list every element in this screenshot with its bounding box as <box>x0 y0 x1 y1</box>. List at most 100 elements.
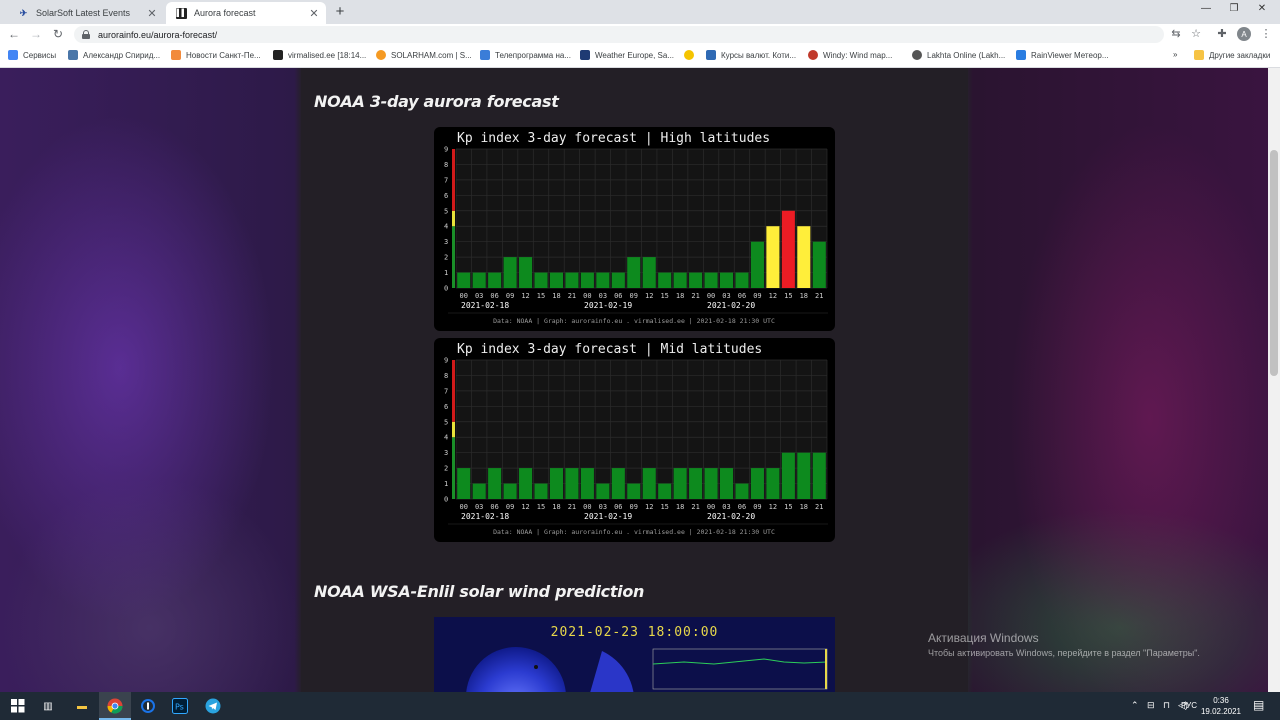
address-bar[interactable]: aurorainfo.eu/aurora-forecast/ <box>74 26 1164 43</box>
other-bookmarks-folder[interactable]: Другие закладки <box>1194 50 1270 60</box>
bookmark-item[interactable]: Weather Europe, Sa... <box>580 50 674 60</box>
x-tick-label: 03 <box>722 503 730 511</box>
menu-kebab-icon[interactable]: ⋮ <box>1258 27 1274 40</box>
kp-bar <box>580 468 594 499</box>
windows-start-icon[interactable] <box>8 696 28 716</box>
bookmark-item[interactable]: Телепрограмма на... <box>480 50 571 60</box>
back-arrow-icon[interactable]: ← <box>6 27 22 41</box>
x-tick-label: 18 <box>800 292 808 300</box>
bookmark-item[interactable] <box>684 50 699 60</box>
bookmark-item[interactable]: Александр Спирид... <box>68 50 160 60</box>
y-tick-label: 8 <box>444 372 448 380</box>
taskbar-clock[interactable]: 0:36 19.02.2021 <box>1198 695 1244 717</box>
bookmark-item[interactable]: Windy: Wind map... <box>808 50 892 60</box>
news-icon <box>171 50 181 60</box>
bookmark-item[interactable]: Сервисы <box>8 50 56 60</box>
kp-bar <box>611 272 625 288</box>
scrollbar-thumb[interactable] <box>1270 150 1278 376</box>
kp-bar <box>565 468 579 499</box>
y-tick-label: 6 <box>444 403 448 411</box>
photoshop-taskbar-icon[interactable]: Ps <box>170 696 190 716</box>
tray-chevron-up-icon[interactable]: ⌃ <box>1131 700 1139 711</box>
page-scrollbar[interactable] <box>1268 68 1280 692</box>
aurora-forecast-heading: NOAA 3-day aurora forecast <box>314 92 559 111</box>
bookmark-label: virmalised.ee [18:14... <box>288 50 367 60</box>
tab-aurora-forecast[interactable]: ▌▌ Aurora forecast ✕ <box>166 2 326 24</box>
x-tick-label: 03 <box>599 503 607 511</box>
x-tick-label: 06 <box>738 503 746 511</box>
profile-avatar[interactable]: A <box>1237 27 1251 41</box>
tab-solarsoft[interactable]: ✈ SolarSoft Latest Events ✕ <box>8 2 164 24</box>
enlil-meridional-wedge <box>590 651 634 692</box>
bookmark-label: Сервисы <box>23 50 57 60</box>
rainviewer-icon <box>1016 50 1026 60</box>
bookmark-item[interactable]: RainViewer Метеор... <box>1016 50 1109 60</box>
bookmark-label: Windy: Wind map... <box>823 50 893 60</box>
reload-icon[interactable]: ↻ <box>50 27 66 41</box>
minimize-button[interactable]: ― <box>1192 3 1220 14</box>
network-icon[interactable]: ⊟ <box>1147 700 1155 711</box>
bookmark-label: Телепрограмма на... <box>495 50 571 60</box>
onepassword-taskbar-icon[interactable] <box>138 696 158 716</box>
bookmark-item[interactable]: Курсы валют. Коти... <box>706 50 796 60</box>
chart-title: Kp index 3-day forecast | High latitudes <box>457 131 770 146</box>
bookmark-item[interactable]: SOLARHAM.com | S... <box>376 50 472 60</box>
close-icon[interactable]: ✕ <box>144 7 160 20</box>
close-icon[interactable]: ✕ <box>306 7 322 20</box>
extensions-puzzle-icon[interactable]: ✚ <box>1214 27 1230 40</box>
restore-button[interactable]: ❐ <box>1220 3 1248 14</box>
bookmark-item[interactable]: Lakhta Online (Lakh... <box>912 50 1005 60</box>
x-tick-label: 06 <box>490 292 498 300</box>
bookmark-label: RainViewer Метеор... <box>1031 50 1109 60</box>
kp-bar <box>457 468 471 499</box>
y-tick-label: 3 <box>444 449 448 457</box>
chart-footer: Data: NOAA | Graph: aurorainfo.eu . virm… <box>493 317 775 325</box>
forward-arrow-icon[interactable]: → <box>28 27 44 41</box>
kp-bar <box>627 257 641 288</box>
kp-bar <box>812 452 826 499</box>
kp-bar <box>549 272 564 288</box>
kp-bar <box>812 241 826 288</box>
notifications-icon[interactable]: ▤ <box>1253 698 1264 712</box>
kp-bar <box>565 272 579 288</box>
kp-scale-red <box>452 149 455 211</box>
vk-icon <box>68 50 78 60</box>
x-tick-label: 00 <box>707 503 715 511</box>
x-tick-label: 21 <box>815 292 823 300</box>
date-label: 2021-02-19 <box>584 512 632 521</box>
x-tick-label: 15 <box>660 503 668 511</box>
more-bookmarks-chevron-icon[interactable]: » <box>1173 50 1177 59</box>
task-view-icon[interactable]: ▥ <box>38 696 58 716</box>
kp-bar <box>503 257 517 288</box>
clock-date: 19.02.2021 <box>1200 707 1242 716</box>
y-tick-label: 9 <box>444 357 448 365</box>
kp-bar <box>658 483 672 499</box>
kp-bar <box>457 272 471 288</box>
bookmark-star-icon[interactable]: ☆ <box>1188 27 1204 40</box>
x-tick-label: 00 <box>583 503 591 511</box>
chrome-taskbar-icon[interactable] <box>105 696 125 716</box>
usb-device-icon[interactable]: ⊓ <box>1163 700 1170 711</box>
file-explorer-icon[interactable]: ▬ <box>72 696 92 716</box>
kp-bar <box>719 468 734 499</box>
kp-bar <box>534 483 548 499</box>
bookmark-label: Курсы валют. Коти... <box>721 50 797 60</box>
close-window-button[interactable]: ✕ <box>1248 3 1276 14</box>
x-tick-label: 03 <box>722 292 730 300</box>
translate-icon[interactable]: ⇆ <box>1168 27 1184 40</box>
kp-bar <box>781 452 795 499</box>
plasma-density-panel <box>652 648 828 690</box>
bookmark-item[interactable]: Новости Санкт-Пе... <box>171 50 261 60</box>
earth-marker <box>534 665 538 669</box>
windows-taskbar: ▥ ▬ Ps ⌃ ⊟ ⊓ ◁) РУС 0:36 19.02.2021 ▤ <box>0 692 1280 720</box>
x-tick-label: 12 <box>769 292 777 300</box>
bookmark-item[interactable]: virmalised.ee [18:14... <box>273 50 366 60</box>
x-tick-label: 09 <box>630 292 638 300</box>
input-language[interactable]: РУС <box>1181 701 1197 710</box>
bookmarks-bar: Сервисы Александр Спирид... Новости Санкт-… <box>0 45 1280 68</box>
x-tick-label: 18 <box>800 503 808 511</box>
telegram-taskbar-icon[interactable] <box>203 696 223 716</box>
kp-bar <box>534 272 548 288</box>
kp-bar <box>673 468 687 499</box>
new-tab-button[interactable]: + <box>331 3 349 20</box>
